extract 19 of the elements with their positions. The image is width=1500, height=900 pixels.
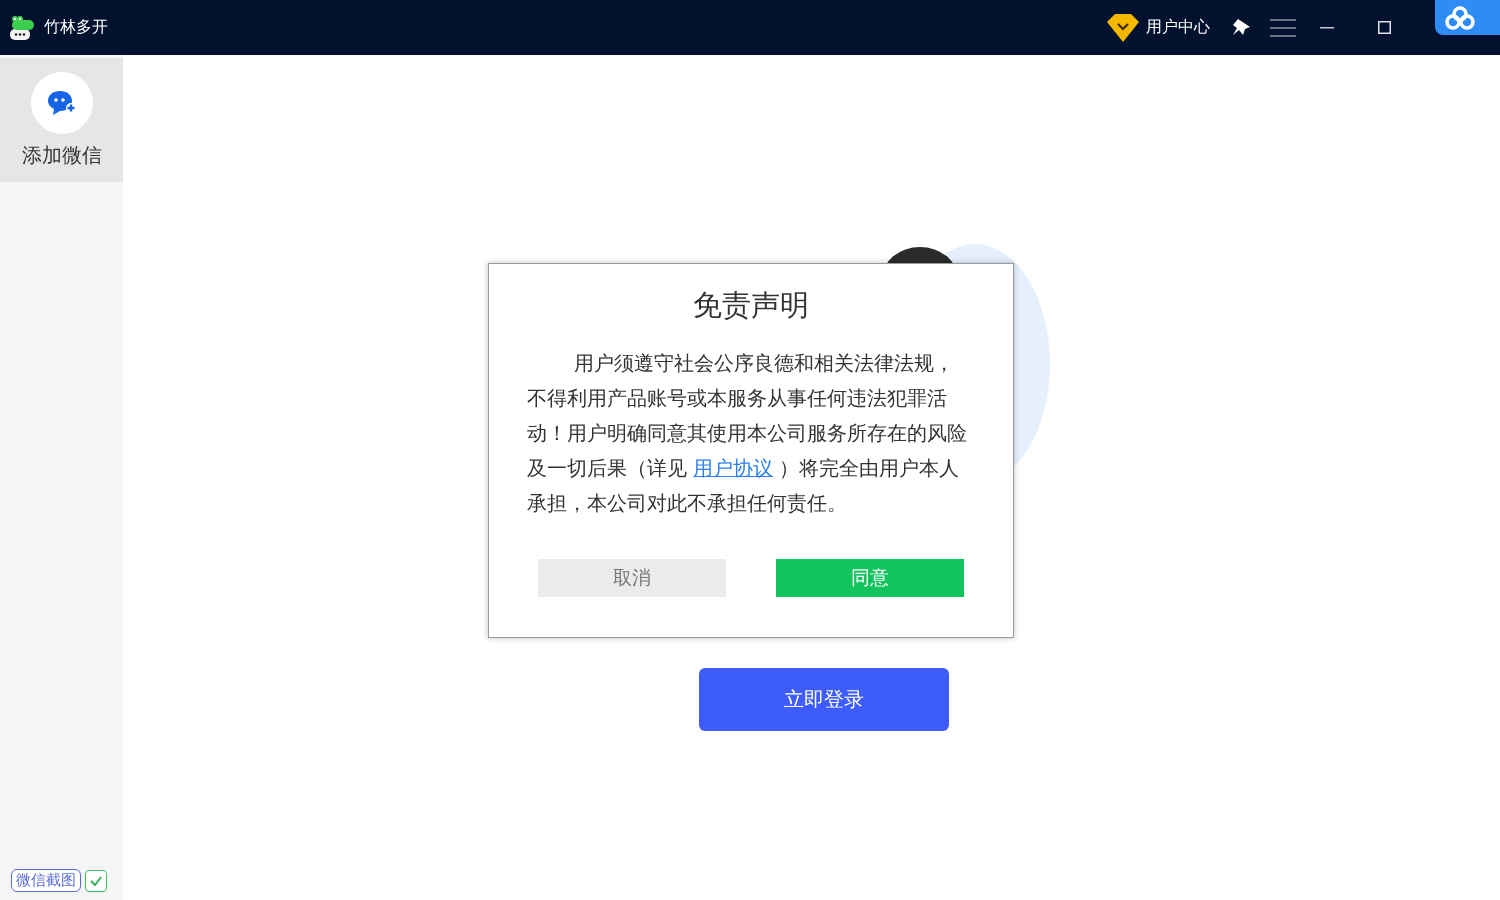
menu-icon[interactable] — [1270, 16, 1296, 39]
logo-icon — [8, 13, 36, 42]
chat-add-icon — [46, 88, 77, 117]
cloud-icon — [1445, 5, 1475, 30]
login-button[interactable]: 立即登录 — [699, 668, 949, 731]
cloud-tab[interactable] — [1435, 0, 1500, 35]
user-agreement-link[interactable]: 用户协议 — [693, 457, 774, 480]
cancel-button[interactable]: 取消 — [538, 559, 726, 597]
app-title: 竹林多开 — [44, 17, 108, 38]
screenshot-button[interactable]: 微信截图 — [11, 869, 81, 892]
user-center-button[interactable]: 用户中心 — [1106, 12, 1210, 43]
sidebar-item[interactable]: 添加微信 — [0, 58, 123, 182]
diamond-icon — [1106, 12, 1140, 43]
checkbox[interactable] — [85, 869, 107, 892]
dialog-title: 免责声明 — [692, 287, 810, 324]
disclaimer-text: 用户须遵守社会公序良德和相关法律法规，不得利用产品账号或本服务从事任何违法犯罪活动！用户明确同意其使用本公司服务所存在的风险及一切后果（详见 用户协议 ）将完全由用户本人承担，本公司对此不承担任何责任。 — [527, 351, 968, 517]
minimize-icon[interactable] — [1320, 26, 1334, 29]
check-icon — [89, 874, 103, 887]
maximize-icon[interactable] — [1378, 21, 1391, 34]
